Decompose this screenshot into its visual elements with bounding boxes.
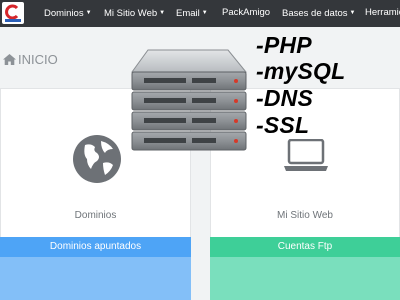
laptop-icon	[284, 139, 328, 171]
panel-footer-dominios	[0, 257, 191, 300]
caret-down-icon: ▼	[85, 10, 92, 16]
nav-bases-de-datos[interactable]: Bases de datos ▼	[282, 0, 355, 27]
breadcrumb-label: INICIO	[18, 52, 58, 67]
nav-dominios[interactable]: Dominios ▼	[44, 0, 92, 27]
dominios-apuntados-button[interactable]: Dominios apuntados	[0, 237, 191, 257]
nav-mi-sitio-web[interactable]: Mi Sitio Web ▼	[104, 0, 165, 27]
overlay-text-php: -PHP	[256, 32, 312, 58]
overlay-text-ssl: -SSL	[256, 112, 310, 138]
overlay-text-mysql: -mySQL	[256, 58, 346, 84]
panel-label-mi-sitio-web: Mi Sitio Web	[277, 210, 333, 221]
caret-down-icon: ▼	[201, 10, 208, 16]
cuentas-ftp-button[interactable]: Cuentas Ftp	[210, 237, 400, 257]
brand-logo[interactable]	[2, 2, 24, 24]
overlay-text-dns: -DNS	[256, 85, 314, 111]
home-icon	[3, 54, 16, 65]
caret-down-icon: ▼	[349, 10, 356, 16]
breadcrumb: INICIO	[3, 52, 58, 68]
nav-email[interactable]: Email ▼	[176, 0, 208, 27]
panel-footer-mi-sitio-web	[210, 257, 400, 300]
top-navbar: Dominios ▼ Mi Sitio Web ▼ Email ▼ PackAmigo…	[0, 0, 400, 27]
globe-icon	[73, 135, 121, 183]
server-icon	[131, 49, 248, 151]
nav-herramientas[interactable]: Herramie	[365, 0, 400, 27]
panel-label-dominios: Dominios	[74, 210, 117, 221]
nav-packamigo[interactable]: PackAmigo	[222, 0, 270, 27]
caret-down-icon: ▼	[159, 10, 166, 16]
